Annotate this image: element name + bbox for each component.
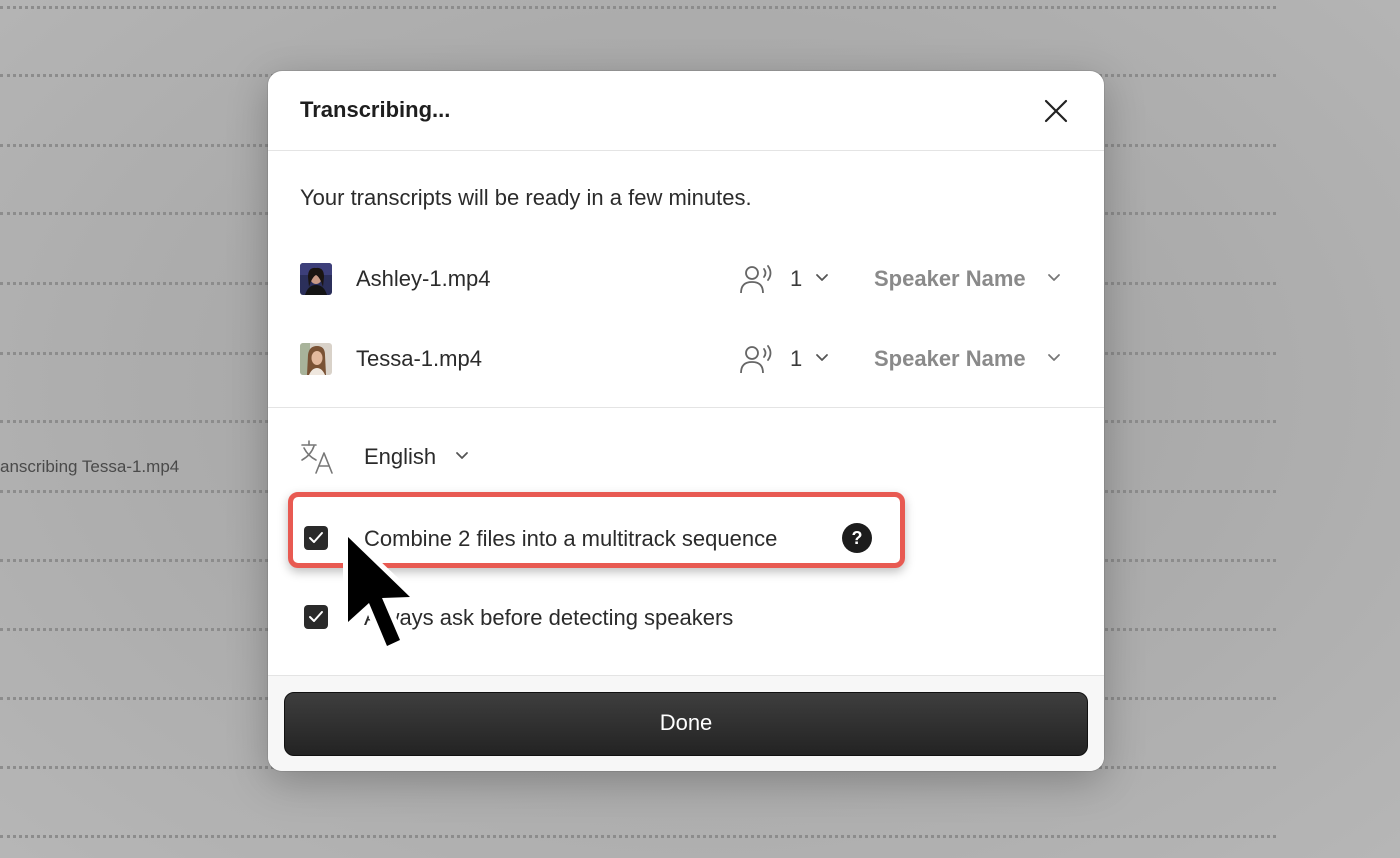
speaker-name-dropdown[interactable]: Speaker Name xyxy=(874,341,1074,377)
close-button[interactable] xyxy=(1042,97,1070,125)
speaker-name-label: Speaker Name xyxy=(874,346,1026,371)
people-speaking-icon xyxy=(740,265,772,294)
file-row: Ashley-1.mp4 1 Speaker Name xyxy=(300,261,1072,297)
mouse-pointer-icon xyxy=(343,530,418,654)
close-icon xyxy=(1044,99,1068,123)
people-speaking-icon xyxy=(740,345,772,374)
language-dropdown[interactable]: English xyxy=(364,441,494,477)
video-thumbnail xyxy=(300,263,332,295)
speaker-count-value: 1 xyxy=(790,346,803,371)
file-name: Tessa-1.mp4 xyxy=(356,346,482,371)
background-track-line xyxy=(0,835,1276,838)
chevron-down-icon xyxy=(1048,274,1060,281)
chevron-down-icon xyxy=(816,274,828,281)
language-value: English xyxy=(364,444,437,469)
translate-icon xyxy=(301,440,333,474)
chevron-down-icon xyxy=(1048,354,1060,361)
dialog-footer: Done xyxy=(268,675,1104,771)
ask-before-detecting-checkbox[interactable] xyxy=(304,605,328,629)
checkmark-icon xyxy=(309,611,323,622)
background-track-line xyxy=(0,6,1276,9)
speaker-count-dropdown[interactable]: 1 xyxy=(740,341,840,377)
language-row: English xyxy=(300,439,500,479)
ask-before-detecting-label[interactable]: Always ask before detecting speakers xyxy=(364,605,733,631)
file-name: Ashley-1.mp4 xyxy=(356,266,491,291)
done-button[interactable]: Done xyxy=(284,692,1088,756)
speaker-count-value: 1 xyxy=(790,266,803,291)
section-divider xyxy=(268,407,1104,408)
background-transcribing-label: anscribing Tessa-1.mp4 xyxy=(0,457,180,476)
speaker-name-dropdown[interactable]: Speaker Name xyxy=(874,261,1074,297)
file-row: Tessa-1.mp4 1 Speaker Name xyxy=(300,341,1072,377)
dialog-title: Transcribing... xyxy=(300,97,451,122)
speaker-count-dropdown[interactable]: 1 xyxy=(740,261,840,297)
speaker-name-label: Speaker Name xyxy=(874,266,1026,291)
chevron-down-icon xyxy=(456,452,468,459)
video-thumbnail xyxy=(300,343,332,375)
dialog-subtitle: Your transcripts will be ready in a few … xyxy=(300,185,752,210)
dialog-header: Transcribing... xyxy=(268,71,1104,151)
chevron-down-icon xyxy=(816,354,828,361)
